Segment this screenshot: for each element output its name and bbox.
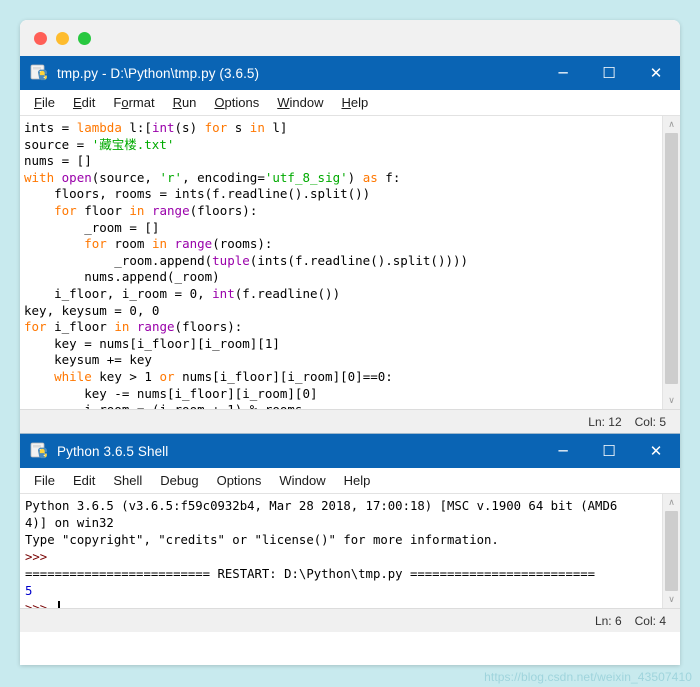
shell-menu-edit[interactable]: Edit (73, 473, 95, 488)
code-line: floors, rooms = ints(f.readline().split(… (24, 186, 371, 202)
editor-scroll-track[interactable] (663, 133, 680, 392)
code-line: i_floor, i_room = 0, int(f.readline()) (24, 285, 341, 301)
code-line: nums.append(_room) (24, 269, 220, 285)
text-caret (57, 601, 60, 608)
editor-titlebar[interactable]: tmp.py - D:\Python\tmp.py (3.6.5) ─ ☐ ✕ (20, 56, 680, 90)
editor-menu-options[interactable]: Options (214, 95, 259, 110)
shell-vertical-scrollbar[interactable]: ∧ ∨ (662, 494, 680, 608)
code-line: with open(source, 'r', encoding='utf_8_s… (24, 169, 401, 185)
shell-menubar: File Edit Shell Debug Options Window Help (20, 468, 680, 494)
editor-window-title: tmp.py - D:\Python\tmp.py (3.6.5) (57, 65, 260, 81)
code-line: key = nums[i_floor][i_room][1] (24, 335, 280, 351)
editor-scroll-down-icon[interactable]: ∨ (663, 392, 680, 409)
shell-scroll-thumb[interactable] (665, 511, 678, 591)
editor-menu-edit[interactable]: Edit (73, 95, 95, 110)
watermark-text: https://blog.csdn.net/weixin_43507410 (484, 670, 692, 684)
shell-line-indicator: Ln: 6 (594, 613, 622, 628)
traffic-light-close-icon[interactable] (34, 31, 47, 45)
shell-output-text[interactable]: Python 3.6.5 (v3.6.5:f59c0932b4, Mar 28 … (20, 494, 662, 608)
code-line: _room = [] (24, 219, 160, 235)
shell-line: 4)] on win32 (25, 516, 114, 530)
idle-editor-window: tmp.py - D:\Python\tmp.py (3.6.5) ─ ☐ ✕ … (20, 56, 680, 433)
editor-maximize-button[interactable]: ☐ (586, 56, 632, 90)
shell-menu-options[interactable]: Options (217, 473, 262, 488)
shell-window-title: Python 3.6.5 Shell (57, 443, 169, 459)
shell-close-button[interactable]: ✕ (632, 434, 680, 468)
traffic-light-minimize-icon[interactable] (56, 31, 69, 45)
shell-line: >>> (25, 550, 55, 564)
editor-column-indicator: Col: 5 (634, 414, 666, 429)
code-line: i_room = (i_room + 1) % rooms (24, 402, 662, 409)
shell-text-region: Python 3.6.5 (v3.6.5:f59c0932b4, Mar 28 … (20, 494, 680, 608)
shell-statusbar: Ln: 6 Col: 4 (20, 608, 680, 632)
editor-menubar: File Edit Format Run Options Window Help (20, 90, 680, 116)
editor-close-button[interactable]: ✕ (632, 56, 680, 90)
shell-line: Type "copyright", "credits" or "license(… (25, 533, 499, 547)
shell-window-controls: ─ ☐ ✕ (540, 434, 680, 468)
code-editor-text[interactable]: ints = lambda l:[int(s) for s in l] sourc… (20, 116, 662, 409)
editor-menu-window[interactable]: Window (277, 95, 323, 110)
code-line: keysum += key (24, 352, 152, 368)
code-line: source = '藏宝楼.txt' (24, 136, 175, 152)
shell-line: 5 (25, 584, 33, 598)
code-line: nums = [] (24, 153, 92, 169)
editor-line-indicator: Ln: 12 (588, 414, 622, 429)
editor-menu-file[interactable]: File (34, 95, 55, 110)
shell-line: ========================= RESTART: D:\Py… (25, 567, 596, 581)
code-line: ints = lambda l:[int(s) for s in l] (24, 120, 288, 135)
shell-scroll-down-icon[interactable]: ∨ (663, 591, 680, 608)
editor-scroll-up-icon[interactable]: ∧ (663, 116, 680, 133)
mac-titlebar (20, 20, 680, 56)
editor-window-controls: ─ ☐ ✕ (540, 56, 680, 90)
code-line: for i_floor in range(floors): (24, 319, 243, 335)
code-line: for floor in range(floors): (54, 202, 258, 218)
editor-menu-help[interactable]: Help (342, 95, 369, 110)
shell-menu-file[interactable]: File (34, 473, 55, 488)
python-idle-icon (30, 64, 47, 81)
shell-menu-debug[interactable]: Debug (160, 473, 198, 488)
editor-statusbar: Ln: 12 Col: 5 (20, 409, 680, 433)
shell-maximize-button[interactable]: ☐ (586, 434, 632, 468)
code-line: key -= nums[i_floor][i_room][0] (24, 385, 318, 401)
shell-line: >>> (25, 600, 662, 608)
shell-menu-window[interactable]: Window (279, 473, 325, 488)
code-line: while key > 1 or nums[i_floor][i_room][0… (54, 368, 393, 384)
shell-scroll-track[interactable] (663, 511, 680, 591)
mac-window-frame: tmp.py - D:\Python\tmp.py (3.6.5) ─ ☐ ✕ … (20, 20, 680, 665)
code-line: key, keysum = 0, 0 (24, 302, 160, 318)
code-line: for room in range(rooms): (84, 236, 273, 252)
editor-scroll-thumb[interactable] (665, 133, 678, 385)
editor-minimize-button[interactable]: ─ (540, 56, 586, 90)
editor-text-region: ints = lambda l:[int(s) for s in l] sourc… (20, 116, 680, 409)
code-line: _room.append(tuple(ints(f.readline().spl… (24, 252, 469, 268)
shell-line: Python 3.6.5 (v3.6.5:f59c0932b4, Mar 28 … (25, 499, 618, 513)
editor-vertical-scrollbar[interactable]: ∧ ∨ (662, 116, 680, 409)
idle-shell-window: Python 3.6.5 Shell ─ ☐ ✕ File Edit Shell De… (20, 433, 680, 632)
shell-column-indicator: Col: 4 (634, 613, 666, 628)
shell-menu-help[interactable]: Help (344, 473, 371, 488)
shell-scroll-up-icon[interactable]: ∧ (663, 494, 680, 511)
shell-titlebar[interactable]: Python 3.6.5 Shell ─ ☐ ✕ (20, 434, 680, 468)
python-idle-icon (30, 442, 47, 459)
traffic-light-zoom-icon[interactable] (78, 31, 91, 45)
editor-menu-run[interactable]: Run (173, 95, 197, 110)
shell-menu-shell[interactable]: Shell (113, 473, 142, 488)
editor-menu-format[interactable]: Format (113, 95, 154, 110)
shell-minimize-button[interactable]: ─ (540, 434, 586, 468)
